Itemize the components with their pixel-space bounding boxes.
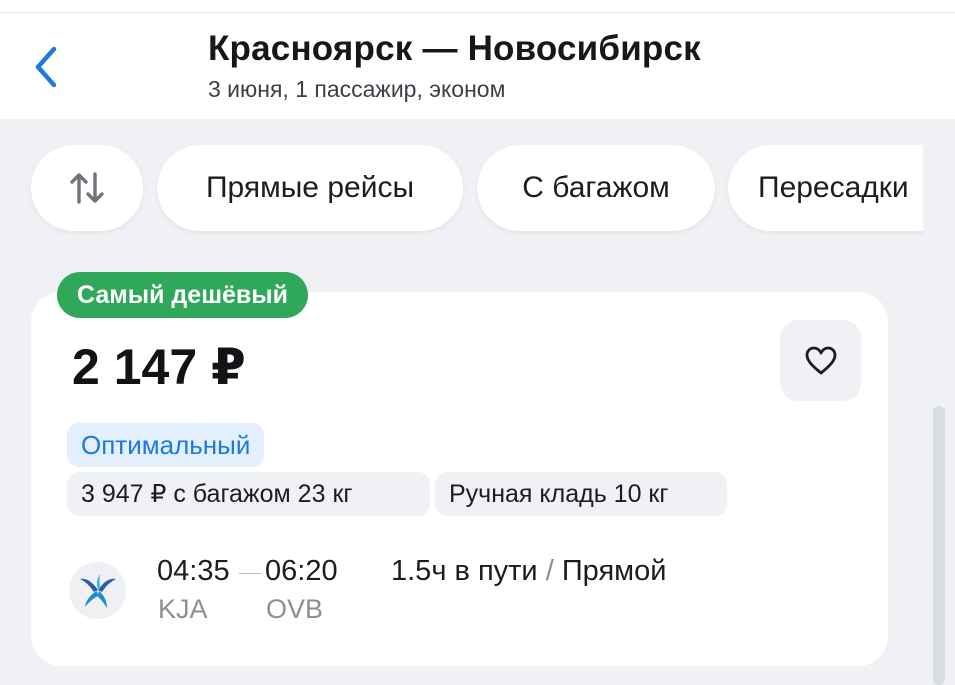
sort-button[interactable]	[31, 145, 143, 231]
airline-bird-logo	[79, 573, 116, 608]
arrival-time: 06:20	[265, 555, 338, 587]
duration-text: 1.5ч в пути	[391, 555, 538, 587]
scrollbar[interactable]	[933, 406, 945, 685]
favorite-button[interactable]	[780, 320, 861, 401]
heart-icon	[805, 346, 836, 374]
time-divider	[239, 573, 261, 574]
stops-text: Прямой	[561, 555, 667, 587]
flight-duration: 1.5ч в пути / Прямой	[391, 555, 666, 588]
page-title: Красноярск — Новосибирск	[208, 29, 701, 68]
filter-transfers[interactable]: Пересадки	[728, 145, 923, 231]
hand-luggage-tag: Ручная кладь 10 кг	[435, 472, 727, 516]
departure-airport-code: KJA	[158, 594, 208, 624]
fare-type-tag[interactable]: Оптимальный	[67, 423, 265, 467]
filter-bar: Прямые рейсы С багажом Пересадки	[0, 145, 923, 235]
arrival-airport-code: OVB	[266, 594, 324, 624]
search-summary: 3 июня, 1 пассажир, эконом	[208, 76, 506, 102]
baggage-option-tag[interactable]: 3 947 ₽ с багажом 23 кг	[67, 472, 430, 516]
chevron-left-icon	[35, 46, 57, 88]
back-button[interactable]	[24, 39, 68, 95]
header: Красноярск — Новосибирск 3 июня, 1 пасса…	[0, 13, 955, 119]
duration-separator: /	[545, 555, 554, 587]
airline-logo	[69, 562, 126, 619]
filter-direct-flights[interactable]: Прямые рейсы	[157, 145, 463, 231]
offer-price: 2 147 ₽	[72, 339, 246, 395]
sort-arrows-icon	[70, 172, 104, 204]
status-strip	[0, 0, 955, 13]
filter-with-baggage[interactable]: С багажом	[477, 145, 715, 231]
departure-time: 04:35	[157, 555, 230, 587]
cheapest-badge: Самый дешёвый	[57, 272, 309, 318]
